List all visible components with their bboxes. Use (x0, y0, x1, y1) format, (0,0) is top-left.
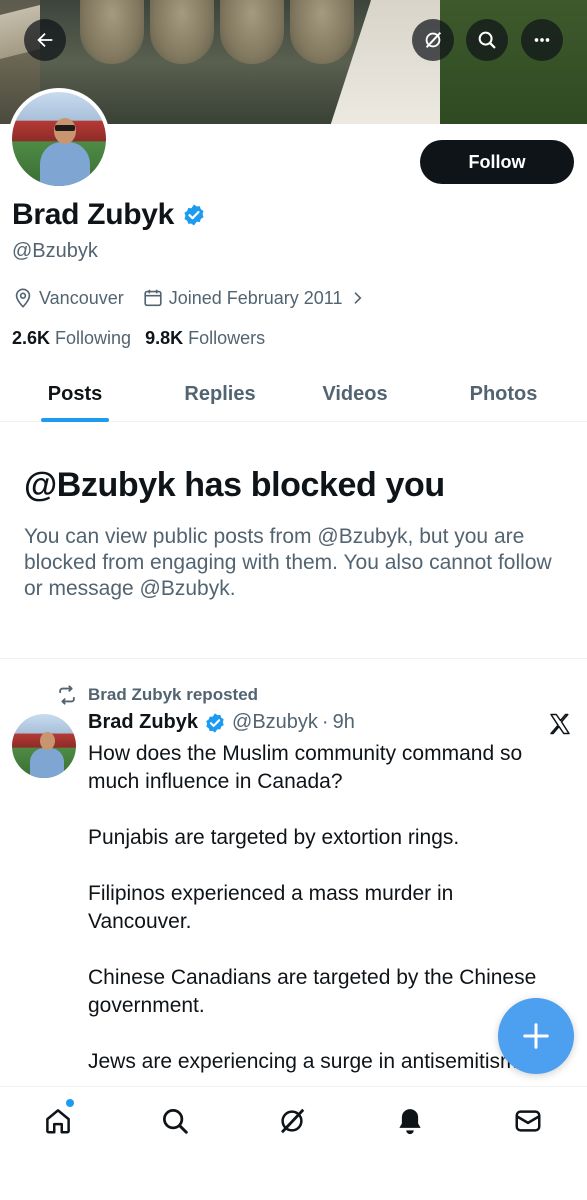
post-paragraph: Chinese Canadians are targeted by the Ch… (88, 966, 537, 1017)
banner-arch (290, 0, 354, 64)
post-timestamp[interactable]: 9h (333, 711, 355, 734)
following-label[interactable]: Following (55, 328, 131, 349)
nav-search[interactable] (157, 1103, 193, 1139)
banner-arch (150, 0, 214, 64)
grok-button[interactable] (412, 19, 454, 61)
post-paragraph: Punjabis are targeted by extortion rings… (88, 826, 460, 849)
profile-name-row: Brad Zubyk (12, 198, 206, 232)
nav-grok[interactable] (274, 1103, 310, 1139)
search-icon (478, 31, 496, 49)
messages-envelope-icon (515, 1110, 541, 1132)
profile-tabs: Posts Replies Videos Photos (0, 366, 587, 422)
post-paragraph: Jews are experiencing a surge in antisem… (88, 1050, 518, 1073)
nav-messages[interactable] (510, 1103, 546, 1139)
plus-icon (523, 1023, 549, 1049)
grok-icon (281, 1108, 305, 1134)
search-button[interactable] (466, 19, 508, 61)
active-tab-indicator (41, 418, 109, 422)
banner-arch (220, 0, 284, 64)
blocked-description: You can view public posts from @Bzubyk, … (24, 525, 552, 600)
avatar-image (12, 92, 106, 186)
post-author-name[interactable]: Brad Zubyk (88, 711, 198, 734)
post-paragraph: Filipinos experienced a mass murder in V… (88, 882, 454, 933)
tab-videos[interactable]: Videos (290, 366, 420, 422)
verified-badge-icon (206, 712, 224, 733)
banner-arch (80, 0, 144, 64)
home-icon (46, 1109, 70, 1134)
profile-joined-date[interactable]: Joined February 2011 (169, 288, 343, 309)
follow-button[interactable]: Follow (420, 140, 574, 184)
tab-replies[interactable]: Replies (150, 366, 290, 422)
bottom-navigation (0, 1086, 587, 1200)
tab-posts-label: Posts (47, 382, 103, 405)
followers-label[interactable]: Followers (188, 328, 265, 349)
tab-photos[interactable]: Photos (420, 366, 587, 422)
profile-location: Vancouver (39, 287, 124, 308)
post-separator: · (321, 711, 329, 733)
compose-post-button[interactable] (498, 998, 574, 1074)
nav-home[interactable] (40, 1103, 76, 1139)
profile-meta: Vancouver Joined February 2011 (12, 287, 365, 309)
tab-replies-label: Replies (184, 382, 256, 405)
search-icon (163, 1109, 188, 1134)
location-pin-icon (15, 288, 31, 308)
nav-notifications[interactable] (392, 1103, 428, 1139)
display-name: Brad Zubyk (12, 198, 175, 231)
grok-icon (425, 31, 442, 49)
arrow-left-icon (37, 32, 53, 48)
notifications-bell-icon (399, 1109, 421, 1135)
profile-avatar[interactable] (8, 88, 110, 190)
tab-posts[interactable]: Posts (0, 366, 150, 422)
repost-label: Brad Zubyk reposted (88, 685, 259, 704)
post-header: Brad Zubyk @Bzubyk · 9h (88, 711, 355, 734)
tab-photos-label: Photos (469, 382, 538, 405)
calendar-icon (144, 289, 162, 307)
back-button[interactable] (24, 19, 66, 61)
tab-videos-label: Videos (322, 382, 388, 405)
post-author-handle[interactable]: @Bzubyk (232, 711, 318, 734)
following-count[interactable]: 2.6K (12, 328, 50, 349)
profile-handle: @Bzubyk (12, 240, 98, 262)
followers-count[interactable]: 9.8K (145, 328, 183, 349)
blocked-title: @Bzubyk has blocked you (24, 466, 445, 504)
post-avatar[interactable] (12, 714, 76, 778)
profile-stats: 2.6K Following 9.8K Followers (12, 328, 279, 349)
post-text[interactable]: How does the Muslim community command so… (88, 740, 558, 1104)
x-logo-icon (550, 713, 570, 735)
repost-indicator[interactable]: Brad Zubyk reposted (56, 684, 258, 706)
chevron-right-icon[interactable] (349, 290, 365, 306)
banner-hedge (440, 0, 587, 124)
home-notification-dot (66, 1099, 74, 1107)
divider (0, 658, 587, 659)
post-paragraph: How does the Muslim community command so… (88, 742, 523, 793)
more-button[interactable] (521, 19, 563, 61)
more-horizontal-icon (534, 38, 550, 42)
repost-icon (59, 685, 75, 705)
verified-badge-icon[interactable] (182, 203, 206, 227)
